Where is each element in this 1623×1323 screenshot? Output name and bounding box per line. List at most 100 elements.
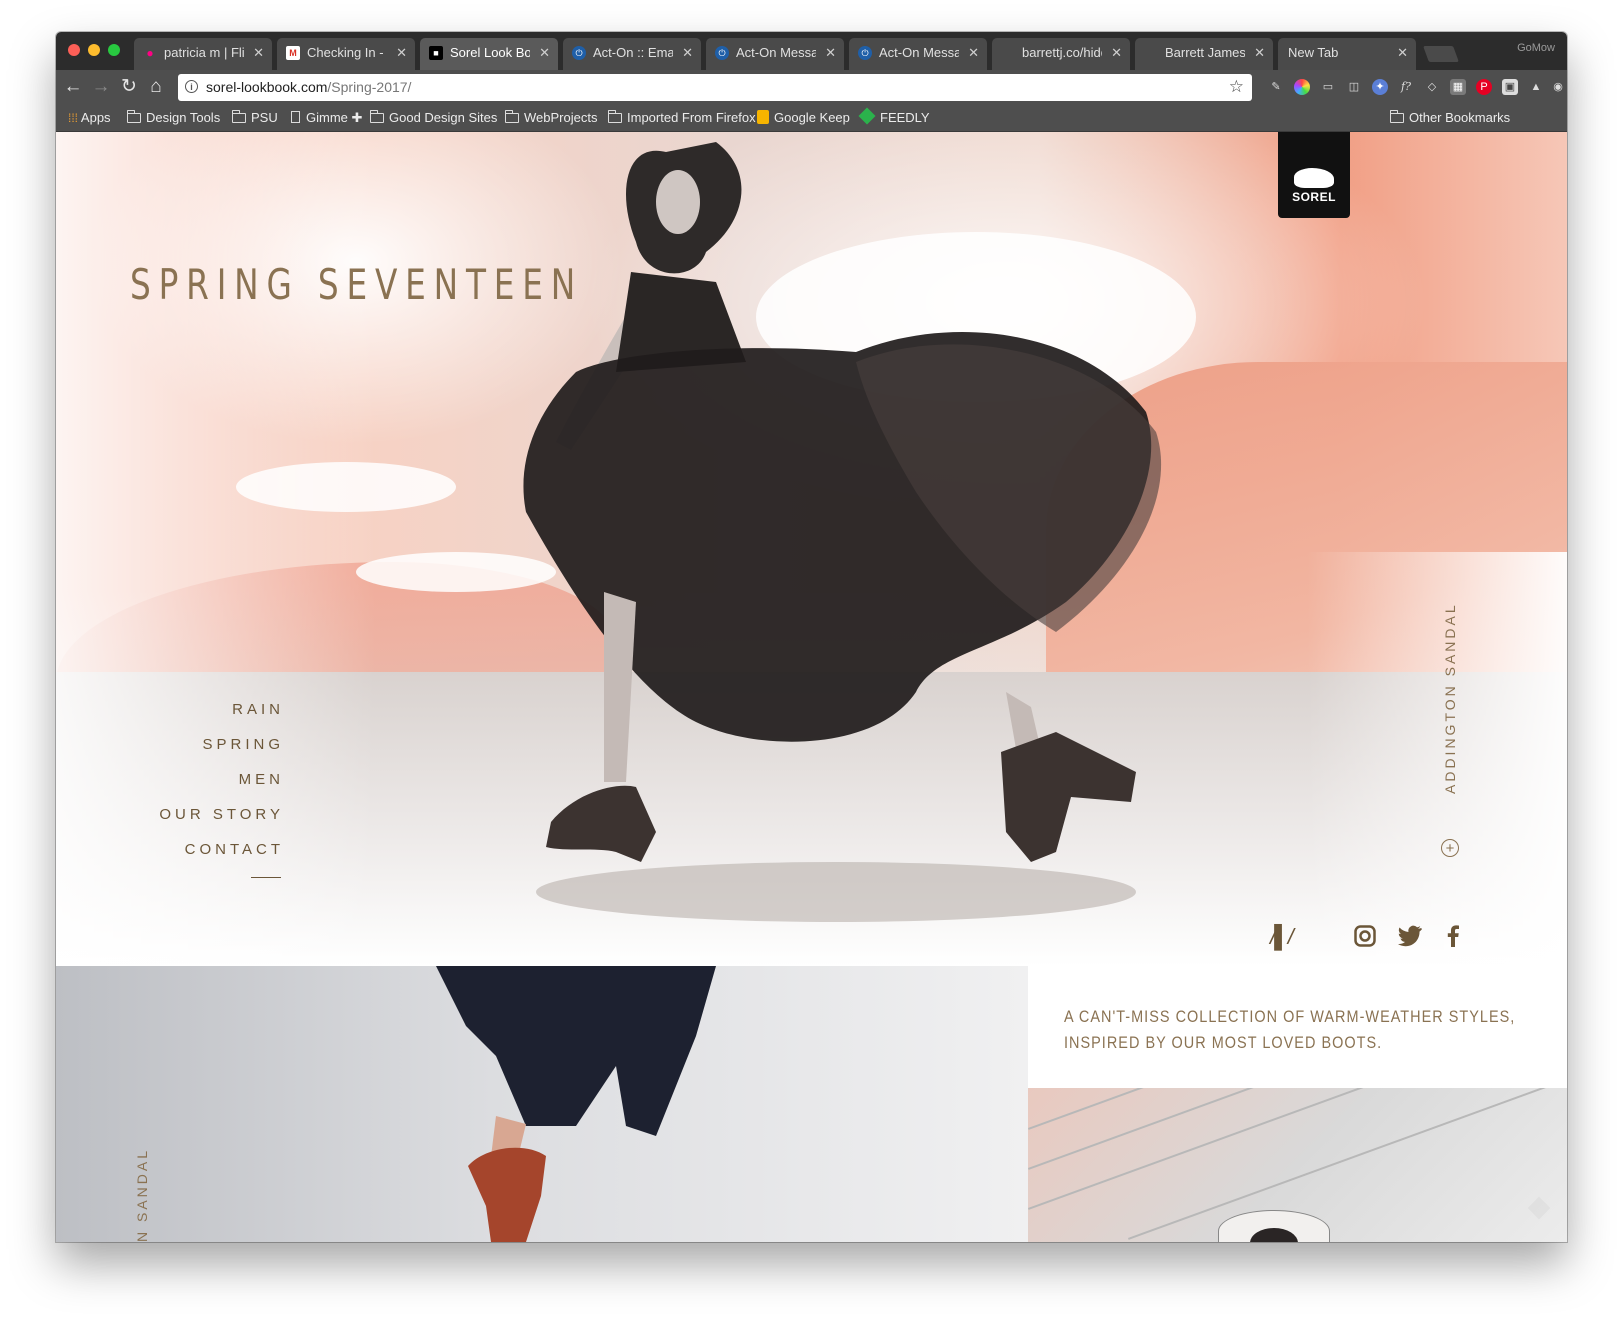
sorel-favicon-icon: ■ <box>429 46 443 60</box>
hero-section: SOREL SPRING SEVENTEEN RAIN SPRING MEN O… <box>56 132 1567 966</box>
acton-icon: ⏻ <box>715 46 729 60</box>
tab-acton-message-1[interactable]: ⏻ Act-On Message ✕ <box>706 38 844 70</box>
close-tab-icon[interactable]: ✕ <box>1397 38 1408 68</box>
tab-barrettj-hidden[interactable]: barrettj.co/hidde ✕ <box>992 38 1130 70</box>
reload-icon[interactable]: ↻ <box>118 76 140 98</box>
folder-icon <box>126 110 141 123</box>
bookmark-design-tools[interactable]: Design Tools <box>126 109 221 127</box>
bookmark-feedly[interactable]: FEEDLY <box>858 107 930 127</box>
close-tab-icon[interactable]: ✕ <box>1111 38 1122 68</box>
color-wheel-extension-icon[interactable] <box>1294 79 1310 95</box>
main-nav: RAIN SPRING MEN OUR STORY CONTACT <box>159 692 284 867</box>
edit-pencil-icon[interactable] <box>1527 1196 1551 1220</box>
nav-item-contact[interactable]: CONTACT <box>159 832 284 867</box>
tab-acton-message-2[interactable]: ⏻ Act-On Message ✕ <box>849 38 987 70</box>
site-info-icon[interactable]: i <box>185 80 198 93</box>
diamond-extension-icon[interactable]: ◇ <box>1424 79 1440 95</box>
right-sandal <box>1001 732 1136 862</box>
web-page: SOREL SPRING SEVENTEEN RAIN SPRING MEN O… <box>56 132 1567 1242</box>
pattern-slashes-icon[interactable]: /▌/ <box>1270 924 1294 950</box>
camera-extension-icon[interactable]: ◉ <box>1552 79 1564 95</box>
nav-item-men[interactable]: MEN <box>159 762 284 797</box>
new-tab-button[interactable] <box>1423 46 1459 62</box>
drive-extension-icon[interactable]: ▲ <box>1528 79 1544 95</box>
close-tab-icon[interactable]: ✕ <box>682 38 693 68</box>
bookmark-apps[interactable]: ⁞⁞⁞ Apps <box>68 109 111 127</box>
nav-item-rain[interactable]: RAIN <box>159 692 284 727</box>
maximize-window-button[interactable] <box>108 44 120 56</box>
tab-title: Checking In - go <box>307 45 387 60</box>
wall-stripe <box>1028 1088 1567 1210</box>
tab-flickr[interactable]: ● patricia m | Flickr ✕ <box>134 38 272 70</box>
globe-extension-icon[interactable]: ✦ <box>1372 79 1388 95</box>
screenshot-extension-icon[interactable]: ◫ <box>1346 79 1362 95</box>
bookmark-label: Apps <box>80 110 111 125</box>
grid-extension-icon[interactable]: ▦ <box>1450 79 1466 95</box>
instagram-icon[interactable] <box>1354 925 1376 951</box>
bookmark-google-keep[interactable]: Google Keep <box>757 109 850 127</box>
product-label-addington-sandal[interactable]: ADDINGTON SANDAL <box>1442 602 1458 794</box>
close-tab-icon[interactable]: ✕ <box>396 38 407 68</box>
bookmark-star-icon[interactable]: ☆ <box>1229 77 1244 97</box>
tab-barrett-james[interactable]: Barrett James Bu ✕ <box>1135 38 1273 70</box>
twitter-icon[interactable] <box>1398 925 1422 951</box>
close-tab-icon[interactable]: ✕ <box>825 38 836 68</box>
red-sandal <box>468 1147 546 1242</box>
apps-grid-icon: ⁞⁞⁞ <box>68 111 79 125</box>
bookmark-good-design-sites[interactable]: Good Design Sites <box>369 109 497 127</box>
font-extension-icon[interactable]: f? <box>1398 79 1414 95</box>
bookmark-label: Gimme ✚ <box>306 110 363 125</box>
forward-arrow-icon[interactable]: → <box>90 76 112 98</box>
tagline-line-2: INSPIRED BY OUR MOST LOVED BOOTS. <box>1064 1033 1383 1052</box>
bookmark-psu[interactable]: PSU <box>231 109 278 127</box>
tab-new-tab[interactable]: New Tab ✕ <box>1278 38 1416 70</box>
image-extension-icon[interactable]: ▣ <box>1502 79 1518 95</box>
window-resizer-extension-icon[interactable]: ▭ <box>1320 79 1336 95</box>
address-bar[interactable]: i sorel-lookbook.com/Spring-2017/ ☆ <box>178 74 1252 101</box>
nav-divider <box>251 877 281 878</box>
facebook-icon[interactable] <box>1446 925 1460 951</box>
bookmark-label: Design Tools <box>146 110 221 125</box>
lower-product-photo[interactable]: N SANDAL <box>56 966 1028 1242</box>
close-window-button[interactable] <box>68 44 80 56</box>
bookmark-other-bookmarks[interactable]: Other Bookmarks <box>1389 109 1511 127</box>
close-tab-icon[interactable]: ✕ <box>1254 38 1265 68</box>
tab-gmail[interactable]: M Checking In - go ✕ <box>277 38 415 70</box>
tab-title: Act-On Message <box>879 45 959 60</box>
bookmark-imported-from-firefox[interactable]: Imported From Firefox <box>607 109 756 127</box>
profile-name[interactable]: GoMow <box>1517 42 1555 54</box>
close-tab-icon[interactable]: ✕ <box>539 38 550 68</box>
expand-product-plus-icon[interactable]: + <box>1441 839 1459 857</box>
bookmark-label: Other Bookmarks <box>1409 110 1511 125</box>
bookmarks-bar: ⁞⁞⁞ Apps Design Tools PSU Gimme ✚ Good D… <box>56 105 1567 132</box>
cropped-pants <box>436 966 716 1136</box>
acton-icon: ⏻ <box>572 46 586 60</box>
collection-intro: A CAN'T-MISS COLLECTION OF WARM-WEATHER … <box>1028 966 1567 1242</box>
left-sandal <box>546 785 656 862</box>
eyedropper-extension-icon[interactable]: ✎ <box>1268 79 1284 95</box>
back-arrow-icon[interactable]: ← <box>62 76 84 98</box>
bookmark-webprojects[interactable]: WebProjects <box>504 109 597 127</box>
folder-icon <box>231 110 246 123</box>
home-icon[interactable]: ⌂ <box>145 76 167 98</box>
close-tab-icon[interactable]: ✕ <box>253 38 264 68</box>
tab-title: Act-On Message <box>736 45 816 60</box>
nav-item-spring[interactable]: SPRING <box>159 727 284 762</box>
polar-bear-icon <box>1294 168 1334 188</box>
minimize-window-button[interactable] <box>88 44 100 56</box>
bookmark-gimme[interactable]: Gimme ✚ <box>291 109 362 127</box>
wall-stripe <box>1128 1088 1567 1240</box>
sorel-logo[interactable]: SOREL <box>1278 132 1350 218</box>
product-label-sandal[interactable]: N SANDAL <box>134 1148 150 1242</box>
gmail-icon: M <box>286 46 300 60</box>
hat-model-photo[interactable] <box>1028 1088 1567 1242</box>
tab-acton-email[interactable]: ⏻ Act-On :: Email F ✕ <box>563 38 701 70</box>
bookmark-label: Google Keep <box>774 110 850 125</box>
keep-icon <box>757 110 769 124</box>
nav-item-our-story[interactable]: OUR STORY <box>159 797 284 832</box>
tab-sorel[interactable]: ■ Sorel Look Book ✕ <box>420 38 558 70</box>
close-tab-icon[interactable]: ✕ <box>968 38 979 68</box>
tab-title: New Tab <box>1288 45 1339 60</box>
tagline-line-1: A CAN'T-MISS COLLECTION OF WARM-WEATHER … <box>1064 1007 1516 1026</box>
pinterest-extension-icon[interactable]: P <box>1476 79 1492 95</box>
